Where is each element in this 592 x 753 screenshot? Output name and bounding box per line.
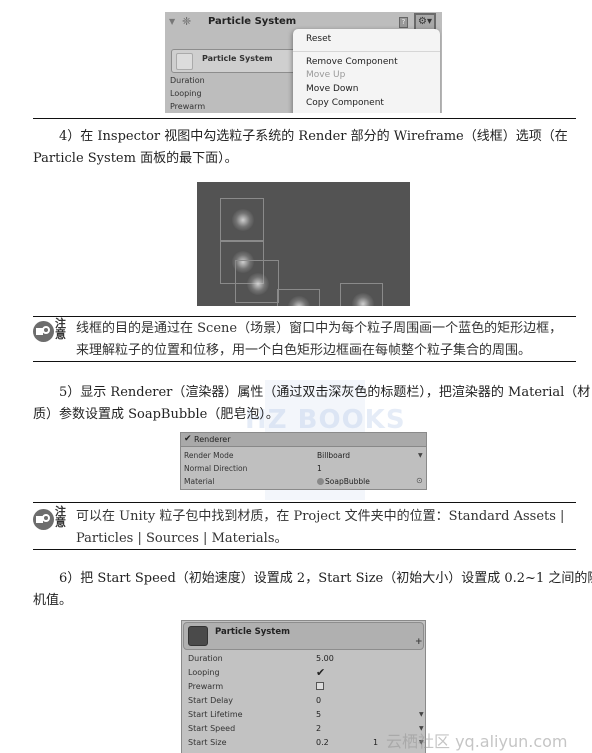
start-size-max-field[interactable]: 1 xyxy=(373,738,378,747)
particle-system-icon: ❈ xyxy=(182,15,192,28)
particle-system-icon xyxy=(188,626,208,646)
step-5-paragraph: 5）显示 Renderer（渲染器）属性（通过双击深灰色的标题栏），把渲染器的 … xyxy=(33,382,591,426)
start-speed-field[interactable]: 2 xyxy=(316,724,321,733)
menu-item-move-down[interactable]: Move Down xyxy=(306,84,359,94)
property-label: Looping xyxy=(188,668,220,677)
property-label: Duration xyxy=(188,654,223,663)
component-context-menu: Reset Remove Component Move Up Move Down… xyxy=(293,29,440,113)
property-label: Looping xyxy=(170,89,202,98)
particle-glow xyxy=(247,273,269,295)
menu-separator xyxy=(293,51,440,52)
note-box: 注意 可以在 Unity 粒子包中找到材质，在 Project 文件夹中的位置：… xyxy=(33,506,576,548)
material-value: SoapBubble xyxy=(325,477,370,486)
site-watermark: 云栖社区 yq.aliyun.com xyxy=(386,732,568,751)
property-label: Start Speed xyxy=(188,724,236,733)
duration-field[interactable]: 5.00 xyxy=(316,654,334,663)
renderer-header[interactable]: ✔ Renderer xyxy=(181,433,426,447)
checkmark-icon[interactable]: ✔ xyxy=(184,434,192,444)
divider xyxy=(33,361,576,362)
note-label: 注意 xyxy=(55,505,66,529)
start-delay-field[interactable]: 0 xyxy=(316,696,321,705)
particle-system-header[interactable]: Particle System + xyxy=(183,622,424,650)
particle-glow xyxy=(232,209,254,231)
note-text: 线框的目的是通过在 Scene（场景）窗口中为每个粒子周围画一个蓝色的矩形边框，… xyxy=(76,318,576,362)
divider xyxy=(33,118,576,119)
menu-item-copy-component[interactable]: Copy Component xyxy=(306,98,384,108)
particle-thumbnail xyxy=(176,53,193,70)
dropdown-arrow-icon[interactable]: ▼ xyxy=(419,711,424,718)
note-icon xyxy=(33,509,54,530)
menu-item-move-up: Move Up xyxy=(306,70,346,80)
note-line: 可以在 Unity 粒子包中找到材质，在 Project 文件夹中的位置：Sta… xyxy=(76,509,565,524)
panel-title: Particle System xyxy=(215,627,290,637)
paragraph-line: 机值。 xyxy=(33,593,73,608)
subheader-title: Particle System xyxy=(202,54,273,63)
prewarm-checkbox[interactable] xyxy=(316,682,324,691)
note-box: 注意 线框的目的是通过在 Scene（场景）窗口中为每个粒子周围画一个蓝色的矩形… xyxy=(33,318,576,360)
paragraph-line: 5）显示 Renderer（渲染器）属性（通过双击深灰色的标题栏），把渲染器的 … xyxy=(59,385,591,400)
property-label: Start Lifetime xyxy=(188,710,243,719)
dropdown-arrow-icon[interactable]: ▼ xyxy=(418,452,423,459)
note-line: 线框的目的是通过在 Scene（场景）窗口中为每个粒子周围画一个蓝色的矩形边框， xyxy=(76,321,563,336)
paragraph-line: Particle System 面板的最下面）。 xyxy=(33,151,238,166)
material-icon xyxy=(317,478,324,485)
property-label: Material xyxy=(184,477,215,486)
note-line: 来理解粒子的位置和位移，用一个白色矩形边框画在每帧整个粒子集合的周围。 xyxy=(76,343,532,358)
note-line: Particles | Sources | Materials。 xyxy=(76,531,288,546)
normal-direction-field[interactable]: 1 xyxy=(317,464,322,473)
divider xyxy=(33,549,576,550)
divider xyxy=(33,502,576,503)
paragraph-line: 质）参数设置成 SoapBubble（肥皂泡）。 xyxy=(33,407,279,422)
particle-system-subheader[interactable]: Particle System xyxy=(171,49,301,73)
looping-checkbox[interactable]: ✔ xyxy=(316,666,325,679)
paragraph-line: 4）在 Inspector 视图中勾选粒子系统的 Render 部分的 Wire… xyxy=(59,129,568,144)
object-picker-icon[interactable]: ⊙ xyxy=(416,476,423,485)
renderer-title: Renderer xyxy=(194,435,231,444)
add-icon[interactable]: + xyxy=(415,637,423,647)
property-label: Start Size xyxy=(188,738,227,747)
note-text: 可以在 Unity 粒子包中找到材质，在 Project 文件夹中的位置：Sta… xyxy=(76,506,576,550)
note-label: 注意 xyxy=(55,317,66,341)
paragraph-line: 6）把 Start Speed（初始速度）设置成 2，Start Size（初始… xyxy=(59,571,592,586)
foldout-triangle-icon[interactable]: ▼ xyxy=(169,17,175,26)
material-field[interactable]: SoapBubble xyxy=(317,477,370,486)
property-label: Start Delay xyxy=(188,696,234,705)
property-label: Prewarm xyxy=(170,102,206,111)
start-lifetime-field[interactable]: 5 xyxy=(316,710,321,719)
start-size-min-field[interactable]: 0.2 xyxy=(316,738,329,747)
property-label: Normal Direction xyxy=(184,464,248,473)
wireframe-scene-view xyxy=(197,182,410,306)
help-book-icon[interactable]: ? xyxy=(399,17,408,28)
component-title: Particle System xyxy=(208,16,297,27)
step-4-paragraph: 4）在 Inspector 视图中勾选粒子系统的 Render 部分的 Wire… xyxy=(33,126,576,170)
menu-item-reset[interactable]: Reset xyxy=(306,34,331,44)
property-label: Prewarm xyxy=(188,682,224,691)
menu-item-remove-component[interactable]: Remove Component xyxy=(306,57,398,67)
renderer-panel: ✔ Renderer Render Mode Billboard ▼ Norma… xyxy=(180,432,427,490)
render-mode-dropdown[interactable]: Billboard xyxy=(317,451,350,460)
property-label: Duration xyxy=(170,76,205,85)
divider xyxy=(33,316,576,317)
step-6-paragraph: 6）把 Start Speed（初始速度）设置成 2，Start Size（初始… xyxy=(33,568,592,612)
note-icon xyxy=(33,321,54,342)
inspector-context-menu-figure: ▼ ❈ Particle System ? ⚙▾ Particle System… xyxy=(165,12,442,113)
property-label: Render Mode xyxy=(184,451,234,460)
